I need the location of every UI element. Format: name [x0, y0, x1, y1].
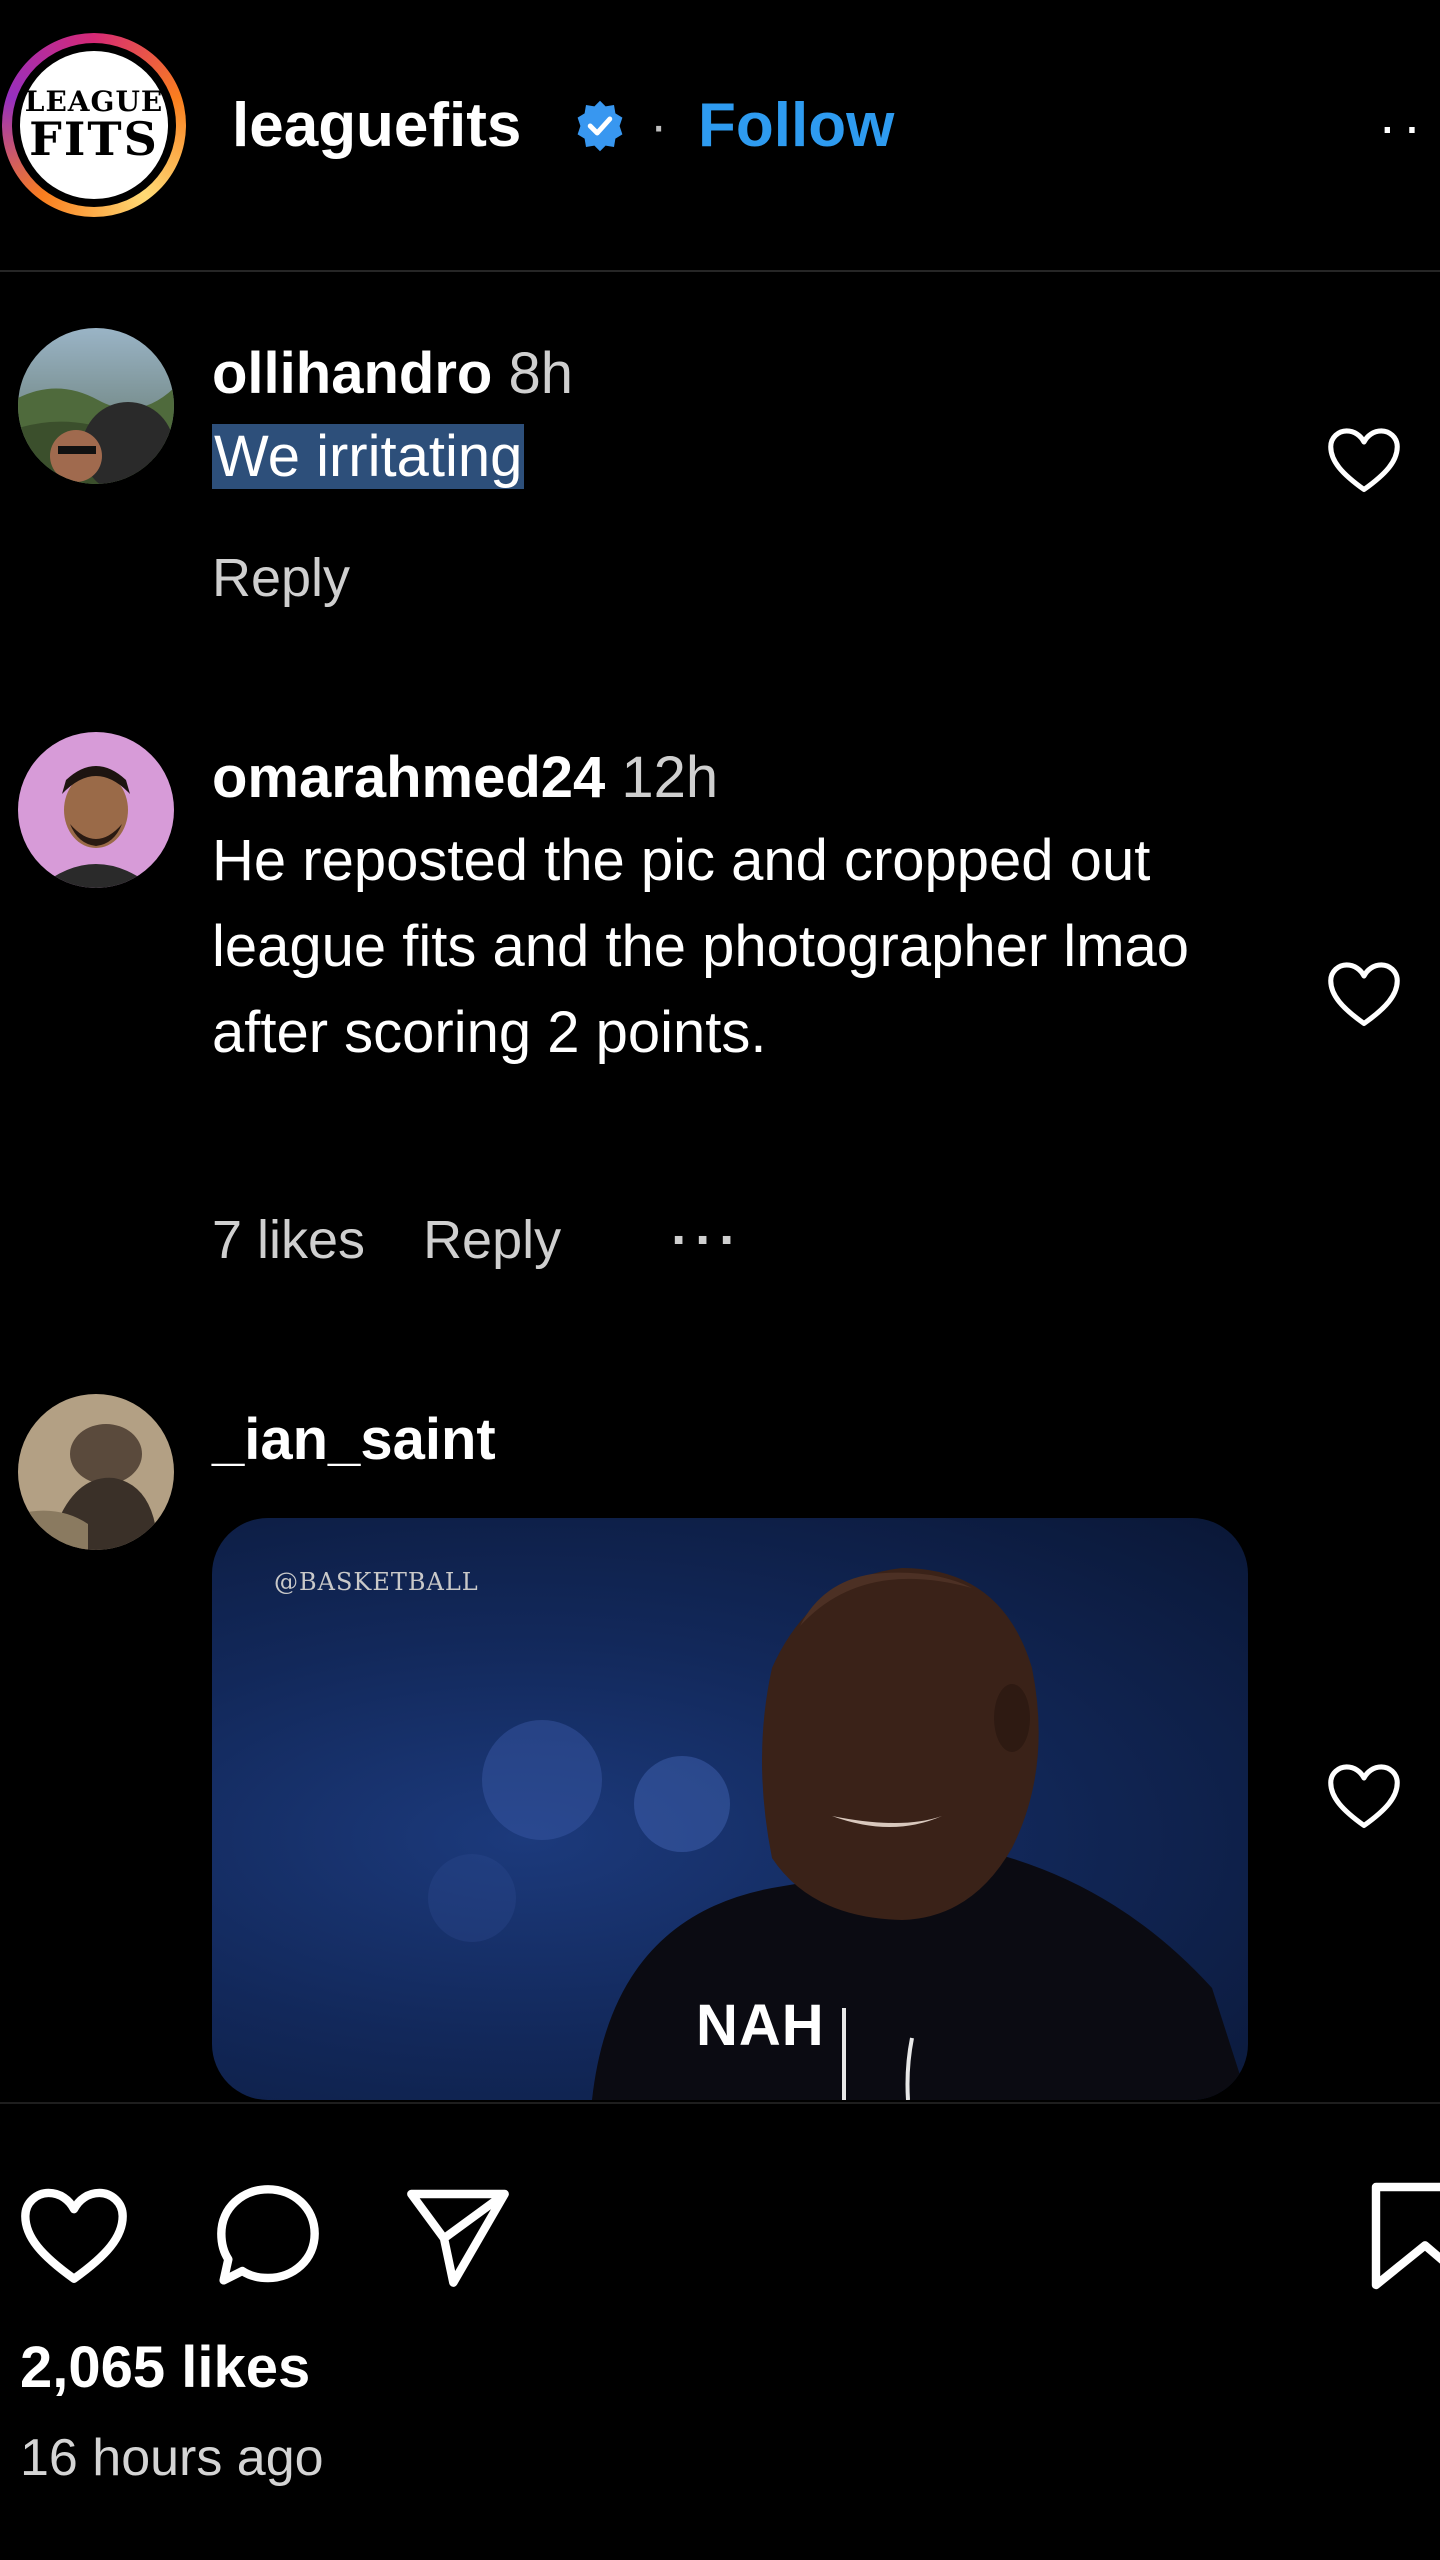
post-timestamp: 16 hours ago	[20, 2429, 324, 2487]
send-icon[interactable]	[402, 2182, 514, 2290]
post-likes-count[interactable]: 2,065 likes	[20, 2334, 310, 2401]
post-header: LEAGUE FITS leaguefits · Follow ··	[0, 0, 1440, 272]
heart-icon[interactable]	[18, 2186, 130, 2288]
like-comment-heart-icon[interactable]	[1326, 960, 1402, 1030]
comment-likes-count[interactable]: 7 likes	[212, 1210, 365, 1270]
avatar-ollihandro[interactable]	[18, 328, 174, 484]
selected-comment-text: We irritating	[212, 424, 525, 489]
reply-button[interactable]: Reply	[423, 1210, 561, 1270]
verified-badge-icon	[577, 100, 623, 152]
logo-text-bottom: FITS	[29, 112, 159, 166]
follow-button[interactable]: Follow	[698, 88, 894, 164]
header-username[interactable]: leaguefits	[232, 88, 521, 164]
leaguefits-logo: LEAGUE FITS	[20, 51, 168, 199]
header-separator: ·	[650, 97, 668, 155]
comment-username[interactable]: omarahmed24	[212, 745, 605, 810]
gif-watermark: @BASKETBALL	[274, 1568, 479, 1596]
like-comment-heart-icon[interactable]	[1326, 426, 1402, 496]
avatar-photo	[18, 732, 174, 888]
comment-username[interactable]: ollihandro	[212, 341, 492, 406]
like-comment-heart-icon[interactable]	[1326, 1762, 1402, 1832]
comment-header: omarahmed24 12h	[212, 742, 718, 814]
comment-gif[interactable]: @BASKETBALL NAH	[212, 1518, 1248, 2100]
comment-text: He reposted the pic and cropped out leag…	[212, 828, 1190, 1065]
bookmark-icon[interactable]	[1368, 2180, 1440, 2292]
comment-text: We irritating	[212, 414, 1292, 500]
avatar-photo	[18, 328, 174, 484]
gif-caption: NAH	[696, 1993, 825, 2058]
avatar-omarahmed24[interactable]	[18, 732, 174, 888]
avatar-ian-saint[interactable]	[18, 1394, 174, 1550]
comment-username[interactable]: _ian_saint	[212, 1407, 496, 1472]
profile-avatar[interactable]: LEAGUE FITS	[2, 33, 186, 217]
avatar-photo	[18, 1394, 174, 1550]
comment-icon[interactable]	[212, 2180, 324, 2292]
action-divider	[0, 2102, 1440, 2104]
more-horizontal-icon[interactable]: ··	[1378, 96, 1427, 156]
comment-meta: 7 likes Reply ···	[212, 1208, 743, 1272]
comment-time: 12h	[621, 745, 719, 810]
comment-meta: Reply	[212, 546, 350, 610]
reply-button[interactable]: Reply	[212, 548, 350, 608]
comment-header: _ian_saint	[212, 1404, 496, 1476]
comment-options-icon[interactable]: ···	[671, 1210, 743, 1270]
comment-time: 8h	[508, 341, 573, 406]
avatar-ring-gap: LEAGUE FITS	[12, 43, 176, 207]
comment-header: ollihandro 8h	[212, 338, 573, 410]
